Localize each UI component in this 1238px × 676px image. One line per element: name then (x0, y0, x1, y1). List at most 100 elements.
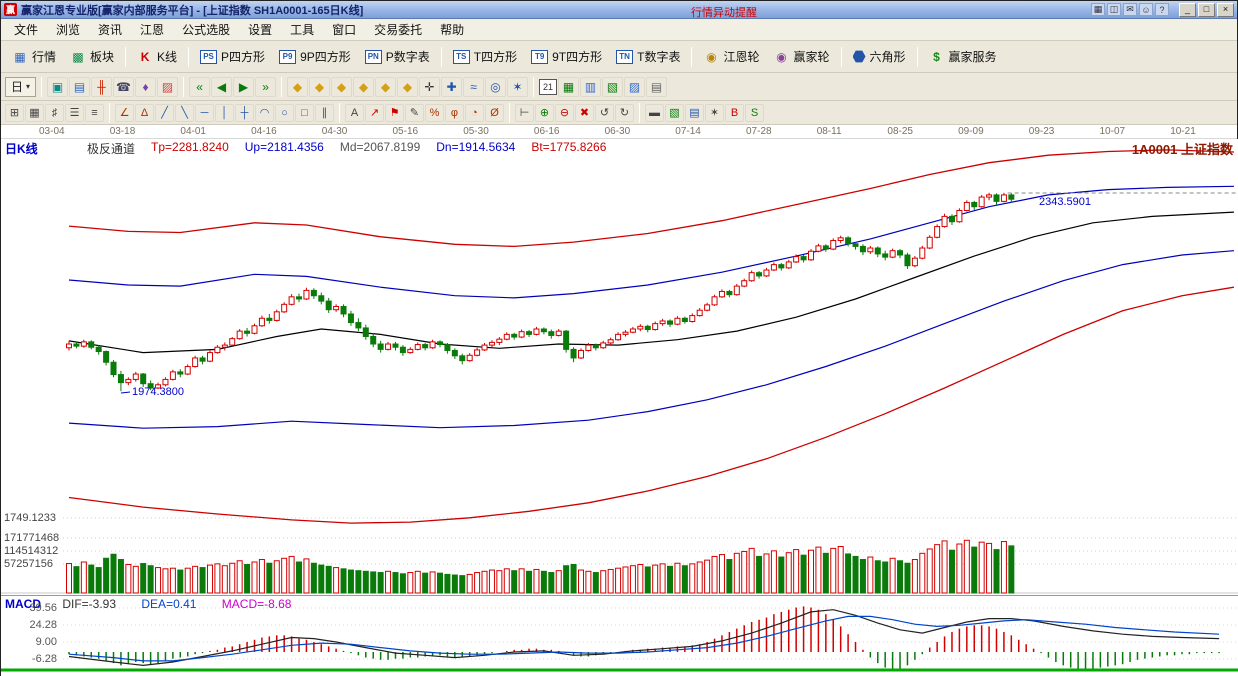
crossline-icon[interactable]: ┼ (235, 104, 254, 122)
toolbar-button-quotes[interactable]: ▦行情 (5, 44, 63, 69)
measure-icon[interactable]: ⊢ (515, 104, 534, 122)
pencil-icon[interactable]: ✎ (405, 104, 424, 122)
menu-bar: 文件浏览资讯江恩公式选股设置工具窗口交易委托帮助 (1, 19, 1237, 41)
diamond-tool-3[interactable]: ◆ (331, 77, 352, 97)
menu-item-浏览[interactable]: 浏览 (47, 19, 89, 40)
star-icon[interactable]: ✶ (507, 77, 528, 97)
next-bar-icon[interactable]: ▶ (233, 77, 254, 97)
green-chart-icon[interactable]: ▦ (558, 77, 579, 97)
titlebar-help-icon[interactable]: ? (1155, 3, 1169, 16)
arrow-mark-icon[interactable]: ↗ (365, 104, 384, 122)
undo-icon[interactable]: ↺ (595, 104, 614, 122)
diamond-tool-1[interactable]: ◆ (287, 77, 308, 97)
toolbar-button-t-square[interactable]: TST四方形 (446, 44, 524, 69)
wave-icon[interactable]: ≈ (463, 77, 484, 97)
toolbar-button-hexagon[interactable]: 六角形 (846, 44, 913, 69)
print-icon[interactable]: ▤ (646, 77, 667, 97)
tool-settings-icon[interactable]: ✶ (705, 104, 724, 122)
candle-icon[interactable]: ╫ (91, 77, 112, 97)
titlebar-grid-icon[interactable]: ▦ (1091, 3, 1105, 16)
titlebar-user-icon[interactable]: ☺ (1139, 3, 1153, 16)
ruler-icon[interactable]: ▬ (645, 104, 664, 122)
blue-chart-icon[interactable]: ▥ (580, 77, 601, 97)
rect-draw-icon[interactable]: □ (295, 104, 314, 122)
vline-icon[interactable]: │ (215, 104, 234, 122)
diamond-tool-5[interactable]: ◆ (375, 77, 396, 97)
zoom-in-icon[interactable]: ⊕ (535, 104, 554, 122)
percent-icon[interactable]: % (425, 104, 444, 122)
phone-icon[interactable]: ☎ (113, 77, 134, 97)
speed-line-icon[interactable]: Ø (485, 104, 504, 122)
hline-icon[interactable]: ─ (195, 104, 214, 122)
circle-draw-icon[interactable]: ○ (275, 104, 294, 122)
toolbar-button-kline[interactable]: KK线 (130, 44, 184, 69)
menu-item-公式选股[interactable]: 公式选股 (173, 19, 239, 40)
toolbar-button-winner-wheel[interactable]: ◉赢家轮 (766, 44, 836, 69)
diamond-tool-2[interactable]: ◆ (309, 77, 330, 97)
toolbar-button-p-table[interactable]: PNP数字表 (358, 44, 437, 69)
sectors-label: 板块 (90, 48, 114, 65)
toolbar-separator (533, 77, 534, 97)
titlebar-mail-icon[interactable]: ✉ (1123, 3, 1137, 16)
export-icon[interactable]: ▤ (685, 104, 704, 122)
erase-icon[interactable]: ✖ (575, 104, 594, 122)
restore-rights-icon[interactable]: ▨ (157, 77, 178, 97)
menu-item-资讯[interactable]: 资讯 (89, 19, 131, 40)
zoom-out-icon[interactable]: ⊖ (555, 104, 574, 122)
menu-item-文件[interactable]: 文件 (5, 19, 47, 40)
toolbar-button-gann-wheel[interactable]: ◉江恩轮 (696, 44, 766, 69)
toolbar-button-9p-square[interactable]: P99P四方形 (272, 44, 358, 69)
menu-item-设置[interactable]: 设置 (239, 19, 281, 40)
sell-mark-icon[interactable]: S (745, 104, 764, 122)
diamond-tool-6[interactable]: ◆ (397, 77, 418, 97)
toolbar-button-t-table[interactable]: TNT数字表 (609, 44, 687, 69)
minimize-button[interactable]: _ (1179, 3, 1196, 17)
maximize-button[interactable]: □ (1198, 3, 1215, 17)
menu-item-帮助[interactable]: 帮助 (431, 19, 473, 40)
toolbar-button-winner-service[interactable]: $赢家服务 (922, 44, 1004, 69)
menu-item-窗口[interactable]: 窗口 (323, 19, 365, 40)
report-icon[interactable]: ▤ (69, 77, 90, 97)
price-levels-icon[interactable]: ☰ (65, 104, 84, 122)
golden-ratio-icon[interactable]: φ (445, 104, 464, 122)
redo-icon[interactable]: ↻ (615, 104, 634, 122)
map-icon[interactable]: ▣ (47, 77, 68, 97)
text-tool-icon[interactable]: A (345, 104, 364, 122)
blue-bars-icon[interactable]: ▨ (624, 77, 645, 97)
first-bar-icon[interactable]: « (189, 77, 210, 97)
menu-item-江恩[interactable]: 江恩 (131, 19, 173, 40)
trendline-down-icon[interactable]: ╲ (175, 104, 194, 122)
grid-icon[interactable]: ⊞ (5, 104, 24, 122)
crosshair-icon[interactable]: ✚ (441, 77, 462, 97)
channel-icon[interactable]: ∥ (315, 104, 334, 122)
gann-fan-icon[interactable]: ∠ (115, 104, 134, 122)
fib-levels-icon[interactable]: ≡ (85, 104, 104, 122)
trendline-up-icon[interactable]: ╱ (155, 104, 174, 122)
menu-item-交易委托[interactable]: 交易委托 (365, 19, 431, 40)
chart-area[interactable]: 日K线 极反通道 Tp=2281.8240 Up=2181.4356 Md=20… (1, 139, 1238, 676)
target-circle-icon[interactable]: ◎ (485, 77, 506, 97)
flag-mark-icon[interactable]: ⚑ (385, 104, 404, 122)
angle-icon[interactable]: Δ (135, 104, 154, 122)
toolbar-button-sectors[interactable]: ▩板块 (63, 44, 121, 69)
menu-item-工具[interactable]: 工具 (281, 19, 323, 40)
gann-grid-icon[interactable]: ♯ (45, 104, 64, 122)
blocks-icon[interactable]: ♦ (135, 77, 156, 97)
prev-bar-icon[interactable]: ◀ (211, 77, 232, 97)
close-button[interactable]: × (1217, 3, 1234, 17)
toolbar-button-9t-square[interactable]: T99T四方形 (524, 44, 609, 69)
stats-icon[interactable]: ▧ (665, 104, 684, 122)
titlebar-chart-icon[interactable]: ◫ (1107, 3, 1121, 16)
period-selector[interactable]: 日▾ (5, 77, 36, 97)
pan-hand-icon[interactable]: ✛ (419, 77, 440, 97)
layout-icon[interactable]: ▦ (25, 104, 44, 122)
last-bar-icon[interactable]: » (255, 77, 276, 97)
toolbar-button-p-square[interactable]: PSP四方形 (193, 44, 272, 69)
arc-icon[interactable]: ◠ (255, 104, 274, 122)
green-bars-icon[interactable]: ▧ (602, 77, 623, 97)
cycle-icon[interactable]: ◔ (465, 104, 484, 122)
calendar-21-icon[interactable]: 21 (539, 79, 557, 95)
diamond-tool-4[interactable]: ◆ (353, 77, 374, 97)
buy-mark-icon[interactable]: B (725, 104, 744, 122)
hexagon-icon (853, 50, 866, 63)
